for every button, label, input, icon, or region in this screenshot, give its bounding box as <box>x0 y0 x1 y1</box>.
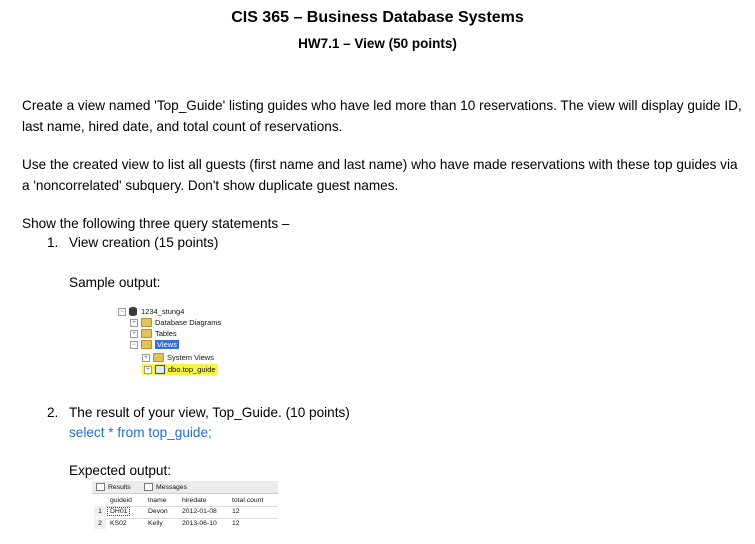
instruction-paragraph-2: Use the created view to list all guests … <box>22 157 738 193</box>
view-icon <box>155 365 165 374</box>
sample-output-label: Sample output: <box>69 275 161 290</box>
folder-icon <box>153 353 164 362</box>
database-icon <box>129 307 137 316</box>
list-item-2: The result of your view, Top_Guide. (10 … <box>69 405 350 420</box>
tab-label: Results <box>108 483 131 491</box>
table-cell: DH01 <box>107 506 131 517</box>
expand-icon: + <box>130 329 138 338</box>
list-number-2: 2. <box>47 405 59 420</box>
folder-icon <box>141 329 152 338</box>
sql-statement: select * from top_guide; <box>69 425 212 440</box>
tree-node-database: − 1234_stung4 <box>118 306 184 317</box>
collapse-icon: − <box>130 340 138 349</box>
list-item-1: View creation (15 points) <box>69 235 219 250</box>
tree-node-system-views: + System Views <box>142 352 214 363</box>
tree-node-diagrams: + Database Diagrams <box>130 317 221 328</box>
row-number: 1 <box>94 506 106 517</box>
table-cell: 12 <box>232 508 240 515</box>
column-header: total count <box>232 497 264 504</box>
grid-header-row: guideid lname hiredate total count <box>92 495 278 506</box>
course-title: CIS 365 – Business Database Systems <box>231 9 524 26</box>
tree-node-tables: + Tables <box>130 328 177 339</box>
table-cell: 12 <box>232 520 240 527</box>
list-number-1: 1. <box>47 235 59 250</box>
table-cell: Kelly <box>148 520 163 527</box>
table-cell: Devon <box>148 508 168 515</box>
tree-node-label: Tables <box>155 329 177 338</box>
expected-output-label: Expected output: <box>69 463 172 478</box>
instruction-paragraph-3: Show the following three query statement… <box>22 216 290 231</box>
column-header: guideid <box>110 497 132 504</box>
table-cell: 2013-06-10 <box>182 520 217 527</box>
tree-node-label: Database Diagrams <box>155 318 222 327</box>
table-row: 1 DH01 Devon 2012-01-08 12 <box>92 506 278 517</box>
assignment-title: HW7.1 – View (50 points) <box>298 36 457 51</box>
tree-node-top-guide: + dbo.top_guide <box>142 364 218 375</box>
results-grid-screenshot: Results Messages guideid lname hiredate … <box>92 481 278 536</box>
tree-node-label: System Views <box>167 353 214 362</box>
selected-cell: DH01 <box>107 507 131 516</box>
tree-node-views: − Views <box>130 339 179 350</box>
column-header: hiredate <box>182 497 207 504</box>
tab-label: Messages <box>156 483 187 491</box>
tree-node-label: dbo.top_guide <box>168 365 216 374</box>
table-cell: 2012-01-08 <box>182 508 217 515</box>
tree-node-label: Views <box>155 340 179 349</box>
column-header: lname <box>148 497 167 504</box>
messages-icon <box>144 483 153 491</box>
tab-results: Results <box>96 482 131 492</box>
folder-icon <box>141 318 152 327</box>
instruction-paragraph-1: Create a view named 'Top_Guide' listing … <box>22 98 742 134</box>
table-cell: KS02 <box>110 520 127 527</box>
document-page: CIS 365 – Business Database Systems HW7.… <box>0 0 755 544</box>
expand-icon: + <box>144 365 152 374</box>
folder-icon <box>141 340 152 349</box>
collapse-icon: − <box>118 307 126 316</box>
expand-icon: + <box>142 353 150 362</box>
expand-icon: + <box>130 318 138 327</box>
tab-messages: Messages <box>144 482 187 492</box>
grid-icon <box>96 483 105 491</box>
tree-node-label: 1234_stung4 <box>141 307 185 316</box>
row-number: 2 <box>94 518 106 529</box>
object-explorer-screenshot: − 1234_stung4 + Database Diagrams + Tabl… <box>118 306 238 384</box>
table-row: 2 KS02 Kelly 2013-06-10 12 <box>92 518 278 529</box>
results-tab-bar: Results Messages <box>92 481 278 494</box>
